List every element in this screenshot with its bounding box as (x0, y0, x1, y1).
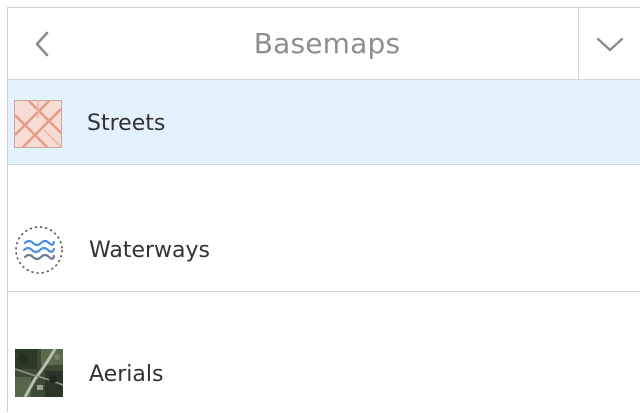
aerials-map-thumbnail (15, 349, 63, 397)
basemap-item-waterways[interactable]: Waterways (8, 165, 640, 292)
chevron-down-icon (596, 37, 623, 51)
panel-header: Basemaps (8, 8, 640, 80)
basemaps-panel: Basemaps Streets Waterways Aerials (7, 7, 640, 412)
waterways-map-thumbnail (15, 226, 63, 274)
panel-title: Basemaps (253, 27, 401, 60)
chevron-left-icon (35, 31, 49, 56)
basemap-item-streets[interactable]: Streets (8, 80, 640, 165)
basemap-label-streets: Streets (87, 111, 166, 136)
basemap-label-aerials: Aerials (89, 362, 164, 387)
streets-map-thumbnail (14, 100, 62, 148)
basemap-item-aerials[interactable]: Aerials (8, 292, 640, 413)
back-button[interactable] (8, 8, 76, 79)
basemap-label-waterways: Waterways (89, 238, 210, 263)
collapse-button[interactable] (578, 8, 640, 79)
